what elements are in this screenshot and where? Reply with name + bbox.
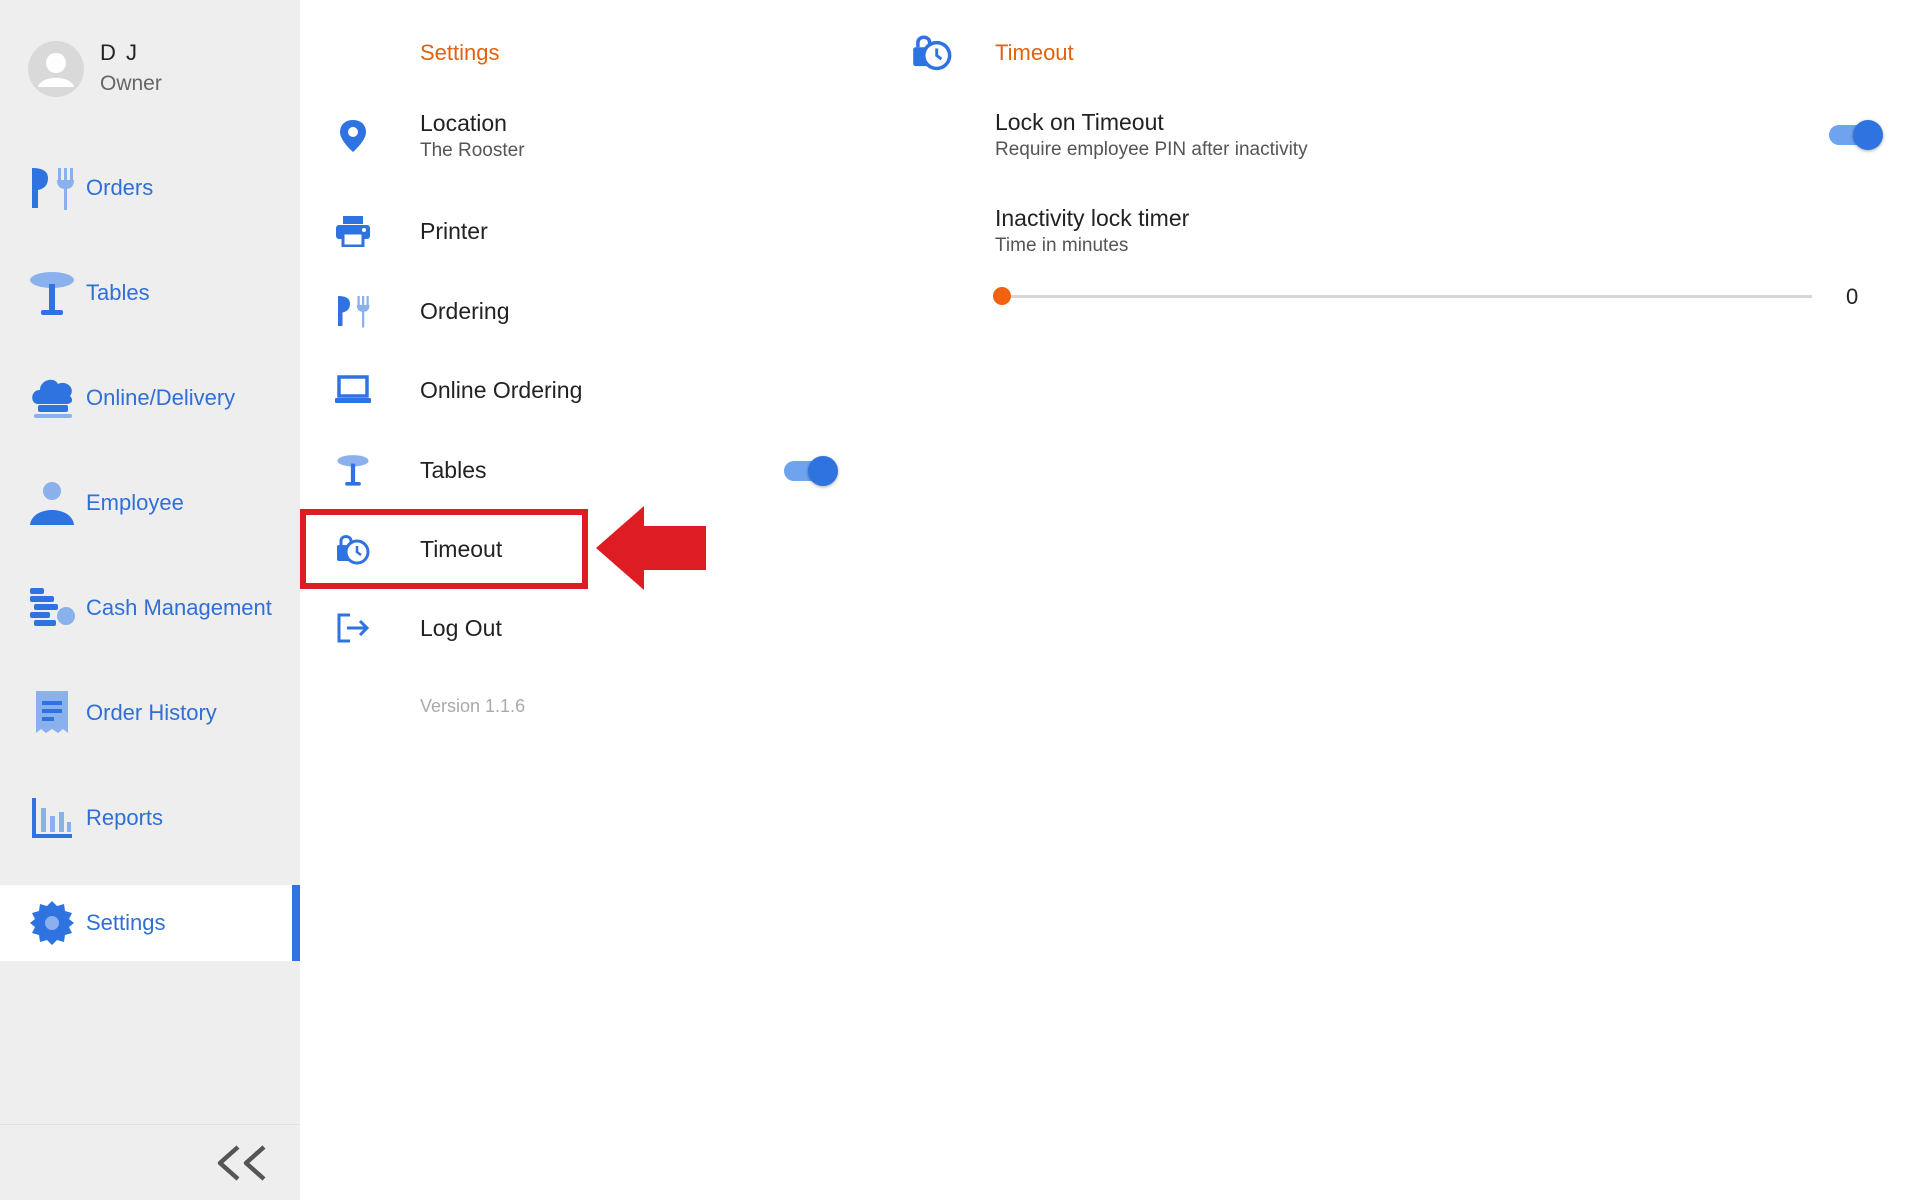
collapse-sidebar-button[interactable] bbox=[212, 1141, 272, 1185]
sidebar-item-label: Reports bbox=[86, 805, 164, 830]
printer-icon bbox=[330, 208, 376, 254]
user-name: D J bbox=[100, 40, 139, 65]
user-role: Owner bbox=[100, 72, 162, 95]
inactivity-timer-sublabel: Time in minutes bbox=[995, 235, 1129, 256]
settings-title: Settings bbox=[420, 40, 500, 65]
sidebar-item-label: Order History bbox=[86, 700, 217, 725]
settings-item-online-ordering[interactable]: Online Ordering bbox=[300, 352, 860, 428]
orders-icon bbox=[330, 288, 376, 334]
orders-icon bbox=[28, 164, 76, 212]
tables-toggle[interactable] bbox=[782, 453, 838, 487]
settings-list: Settings Location The Rooster Printer Or… bbox=[300, 0, 860, 1200]
sidebar-item-label: Cash Management bbox=[86, 595, 272, 620]
sidebar-item-employee[interactable]: Employee bbox=[0, 465, 300, 541]
settings-item-ordering[interactable]: Ordering bbox=[300, 273, 860, 349]
gear-icon bbox=[28, 899, 76, 947]
double-chevron-left-icon bbox=[217, 1145, 266, 1181]
sidebar-item-cash-management[interactable]: Cash Management bbox=[0, 570, 300, 646]
lock-on-timeout-row: Lock on Timeout Require employee PIN aft… bbox=[995, 108, 1308, 162]
table-icon bbox=[330, 447, 376, 493]
settings-item-tables[interactable]: Tables bbox=[300, 432, 860, 508]
cash-management-icon bbox=[28, 584, 76, 632]
logout-icon bbox=[330, 605, 376, 651]
settings-item-printer[interactable]: Printer bbox=[300, 193, 860, 269]
version-label: Version 1.1.6 bbox=[420, 696, 526, 716]
settings-item-label: Location bbox=[420, 110, 507, 136]
inactivity-timer-slider[interactable] bbox=[993, 282, 1812, 310]
avatar bbox=[28, 41, 84, 97]
settings-item-label: Timeout bbox=[420, 536, 503, 562]
sidebar-item-label: Tables bbox=[86, 280, 150, 305]
sidebar-item-order-history[interactable]: Order History bbox=[0, 675, 300, 751]
settings-item-logout[interactable]: Log Out bbox=[300, 590, 860, 666]
settings-item-label: Log Out bbox=[420, 615, 502, 641]
inactivity-timer-value: 0 bbox=[1846, 284, 1859, 309]
settings-item-label: Tables bbox=[420, 457, 487, 483]
person-icon bbox=[28, 479, 76, 527]
settings-item-location[interactable]: Location The Rooster bbox=[300, 98, 860, 174]
detail-title: Timeout bbox=[995, 40, 1074, 65]
timeout-detail-pane: Timeout Lock on Timeout Require employee… bbox=[860, 0, 1920, 1200]
settings-item-label: Online Ordering bbox=[420, 377, 583, 403]
user-profile: D J Owner bbox=[28, 40, 162, 98]
table-icon bbox=[28, 269, 76, 317]
lock-on-timeout-label: Lock on Timeout bbox=[995, 109, 1164, 135]
sidebar: D J Owner Orders Tables Online/Delivery … bbox=[0, 0, 300, 1200]
sidebar-item-tables[interactable]: Tables bbox=[0, 255, 300, 331]
settings-item-sublabel: The Rooster bbox=[420, 140, 525, 161]
lock-on-timeout-toggle[interactable] bbox=[1827, 117, 1883, 151]
slider-knob[interactable] bbox=[993, 287, 1011, 305]
sidebar-item-orders[interactable]: Orders bbox=[0, 150, 300, 226]
inactivity-timer-row: Inactivity lock timer Time in minutes bbox=[995, 204, 1189, 258]
sidebar-item-label: Orders bbox=[86, 175, 154, 200]
sidebar-item-online-delivery[interactable]: Online/Delivery bbox=[0, 360, 300, 436]
sidebar-item-settings[interactable]: Settings bbox=[0, 885, 300, 961]
sidebar-item-label: Settings bbox=[86, 910, 166, 935]
slider-rail bbox=[994, 295, 1812, 298]
chef-hat-icon bbox=[28, 374, 76, 422]
lock-clock-icon bbox=[913, 35, 952, 71]
lock-on-timeout-sublabel: Require employee PIN after inactivity bbox=[995, 139, 1308, 160]
sidebar-item-label: Employee bbox=[86, 490, 184, 515]
bar-chart-icon bbox=[28, 794, 76, 842]
lock-clock-icon bbox=[330, 526, 376, 572]
inactivity-timer-label: Inactivity lock timer bbox=[995, 205, 1190, 231]
settings-item-timeout[interactable]: Timeout bbox=[300, 511, 860, 587]
settings-item-label: Ordering bbox=[420, 298, 510, 324]
location-pin-icon bbox=[330, 113, 376, 159]
sidebar-item-label: Online/Delivery bbox=[86, 385, 236, 410]
receipt-icon bbox=[28, 689, 76, 737]
sidebar-nav: Orders Tables Online/Delivery Employee C… bbox=[0, 150, 300, 990]
sidebar-item-reports[interactable]: Reports bbox=[0, 780, 300, 856]
settings-item-label: Printer bbox=[420, 218, 488, 244]
sidebar-footer bbox=[0, 1124, 300, 1200]
laptop-icon bbox=[330, 367, 376, 413]
